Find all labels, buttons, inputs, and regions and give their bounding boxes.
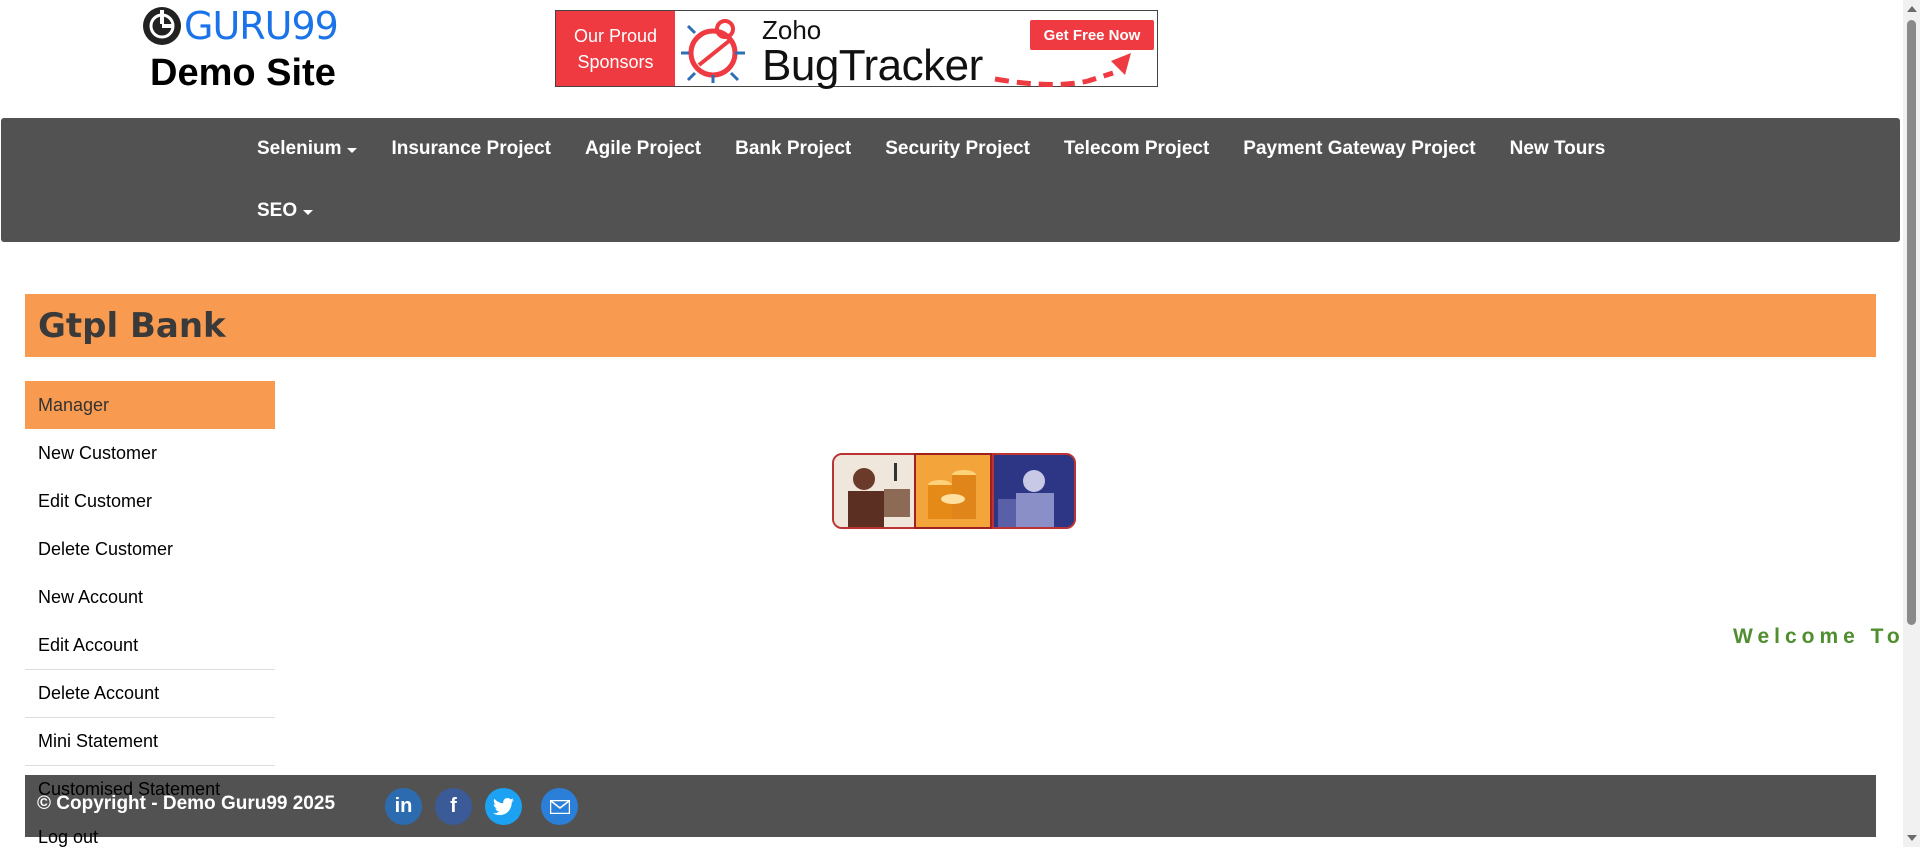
scroll-thumb[interactable] <box>1907 20 1916 625</box>
sidebar-item-manager[interactable]: Manager <box>25 381 275 429</box>
nav-selenium-dropdown[interactable]: Selenium <box>241 118 374 180</box>
guru99-logo[interactable]: GURU99 Demo Site <box>142 4 357 96</box>
sponsor-tag-line2: Sponsors <box>577 51 654 72</box>
linkedin-icon[interactable]: in <box>385 788 422 825</box>
sidebar-item-mini-statement[interactable]: Mini Statement <box>25 717 275 765</box>
manager-sidebar: Manager New Customer Edit Customer Delet… <box>25 381 275 765</box>
nav-new-tours[interactable]: New Tours <box>1493 118 1623 180</box>
sponsor-product-text: BugTracker <box>762 41 983 90</box>
caret-down-icon <box>347 147 358 153</box>
sponsor-banner[interactable]: Our Proud Sponsors Zoho BugTracker Get F… <box>555 10 1158 90</box>
scroll-up-arrow-icon[interactable] <box>1907 6 1917 12</box>
nav-label: SEO <box>257 200 298 221</box>
sidebar-item-edit-account[interactable]: Edit Account <box>25 621 275 669</box>
bank-header: Gtpl Bank <box>25 294 1876 357</box>
sponsor-tag: Our Proud Sponsors <box>556 11 675 86</box>
nav-security-project[interactable]: Security Project <box>868 118 1047 180</box>
sidebar-item-new-account[interactable]: New Account <box>25 573 275 621</box>
sponsor-tag-line1: Our Proud <box>573 25 658 46</box>
dashed-arrow-icon <box>994 53 1131 88</box>
site-footer: © Copyright - Demo Guru99 2025 in f <box>25 775 1876 837</box>
sidebar-item-log-out[interactable]: Log out <box>25 813 275 861</box>
nav-payment-gateway-project[interactable]: Payment Gateway Project <box>1226 118 1492 180</box>
sidebar-item-customised-statement[interactable]: Customised Statement <box>25 765 275 813</box>
page-scrollbar[interactable] <box>1903 0 1920 847</box>
guru99-logo-icon <box>143 7 181 45</box>
facebook-icon[interactable]: f <box>435 788 472 825</box>
main-navbar: Selenium Insurance Project Agile Project… <box>1 118 1900 242</box>
nav-label: Selenium <box>257 138 342 159</box>
scroll-down-arrow-icon[interactable] <box>1907 835 1917 841</box>
nav-row-1: Selenium Insurance Project Agile Project… <box>241 118 1622 180</box>
bank-title: Gtpl Bank <box>38 306 226 346</box>
nav-bank-project[interactable]: Bank Project <box>718 118 868 180</box>
get-free-now-button[interactable]: Get Free Now <box>1030 20 1154 50</box>
sidebar-item-delete-account[interactable]: Delete Account <box>25 669 275 717</box>
email-icon[interactable] <box>541 788 578 825</box>
nav-insurance-project[interactable]: Insurance Project <box>374 118 567 180</box>
sidebar-item-delete-customer[interactable]: Delete Customer <box>25 525 275 573</box>
logo-brand-text: GURU99 <box>184 4 339 48</box>
bank-banner-images <box>832 450 1076 529</box>
nav-seo-dropdown[interactable]: SEO <box>241 180 330 242</box>
twitter-icon[interactable] <box>485 788 522 825</box>
sidebar-item-edit-customer[interactable]: Edit Customer <box>25 477 275 525</box>
nav-agile-project[interactable]: Agile Project <box>568 118 718 180</box>
bug-icon <box>681 19 745 83</box>
nav-telecom-project[interactable]: Telecom Project <box>1047 118 1226 180</box>
nav-row-2: SEO <box>241 180 330 242</box>
customer-service-photo <box>992 453 1076 529</box>
coin-stack-photo <box>914 453 992 529</box>
logo-subtitle: Demo Site <box>150 52 336 94</box>
sidebar-item-new-customer[interactable]: New Customer <box>25 429 275 477</box>
banker-photo <box>832 453 916 529</box>
welcome-marquee-text: Welcome To <box>1733 625 1905 648</box>
caret-down-icon <box>303 209 314 215</box>
